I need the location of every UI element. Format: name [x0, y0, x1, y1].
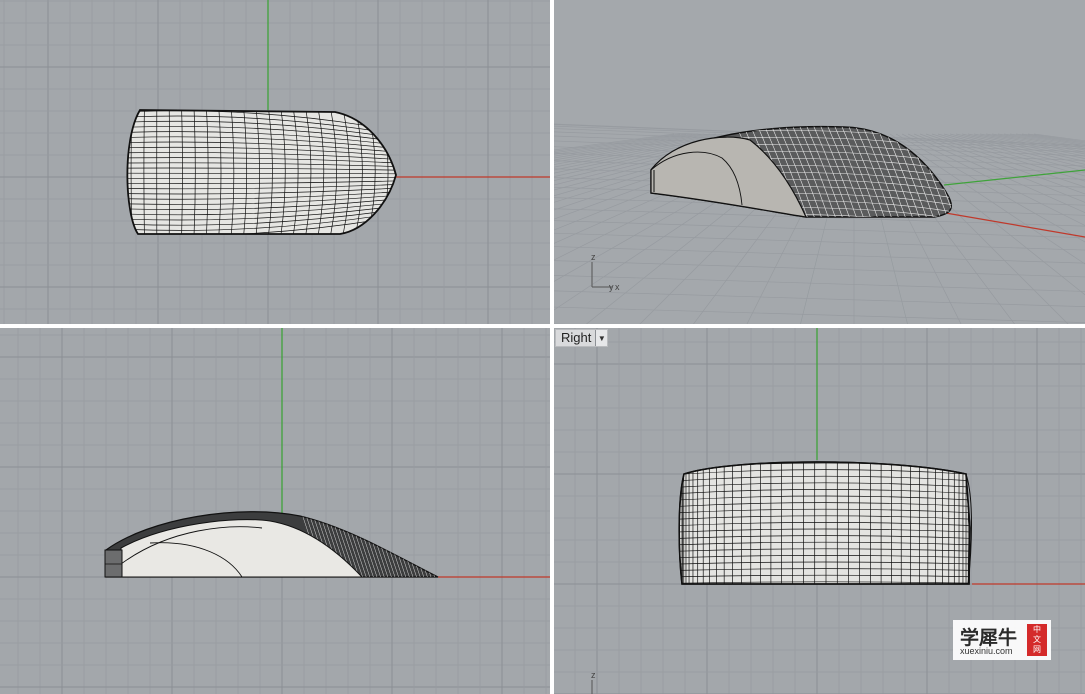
watermark-logo: 学犀牛 xuexiniu.com 中 文 网 — [953, 620, 1051, 660]
mouse-model-right-view[interactable] — [678, 458, 972, 586]
viewport-title-tab[interactable]: Right ▼ — [555, 329, 609, 347]
axis-z-label: z — [591, 252, 596, 262]
triangle-down-icon[interactable]: ▼ — [595, 330, 608, 346]
top-viewport-canvas[interactable] — [0, 0, 550, 324]
top-viewport[interactable] — [0, 0, 550, 324]
axis-gizmo: z y x — [591, 252, 620, 292]
axis-x-label: x — [615, 282, 620, 292]
viewport-title[interactable]: Right — [561, 330, 595, 346]
mouse-model-perspective-view[interactable] — [650, 120, 984, 226]
perspective-viewport-canvas[interactable]: z y x — [554, 0, 1085, 324]
front-viewport[interactable] — [0, 328, 550, 694]
mouse-model-top-view[interactable] — [125, 108, 414, 236]
axis-gizmo: z — [591, 670, 596, 694]
watermark-badge: 中 文 网 — [1027, 624, 1047, 656]
axis-z-label: z — [591, 670, 596, 680]
axis-y-label: y — [609, 282, 614, 292]
grid — [0, 328, 550, 694]
front-viewport-canvas[interactable] — [0, 328, 550, 694]
rhino-workspace: z y x Right ▼ z 学犀牛 xuexiniu.com 中 文 网 — [0, 0, 1085, 694]
perspective-viewport[interactable]: z y x — [554, 0, 1085, 324]
mouse-model-front-view[interactable] — [104, 508, 468, 580]
watermark-url: xuexiniu.com — [960, 646, 1013, 656]
